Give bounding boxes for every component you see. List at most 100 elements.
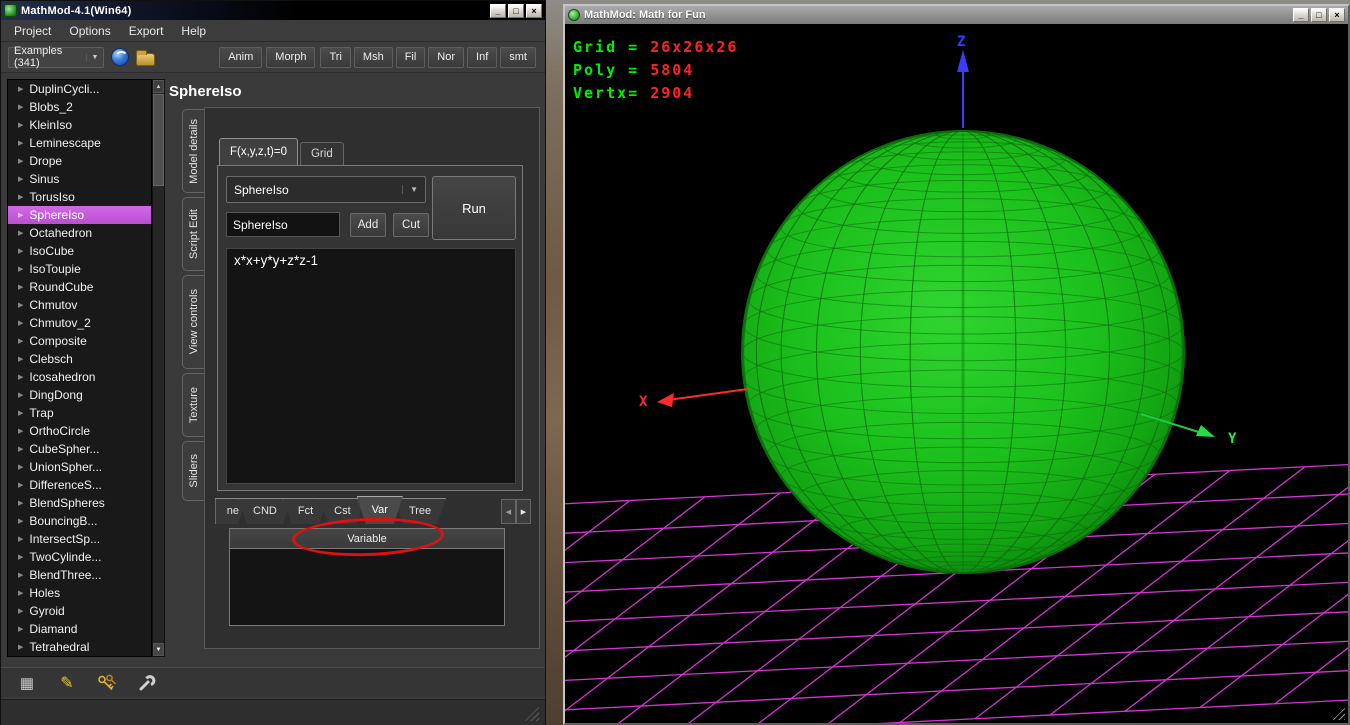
- example-item-tetrahedral[interactable]: ▶ Tetrahedral: [8, 638, 151, 656]
- model-name-input[interactable]: [226, 212, 340, 237]
- tab-scroll-right-icon[interactable]: ▶: [516, 499, 531, 524]
- example-item-cubespher[interactable]: ▶ CubeSpher...: [8, 440, 151, 458]
- scroll-up-icon[interactable]: ▲: [153, 80, 164, 93]
- minimize-button[interactable]: _: [1293, 8, 1309, 22]
- mathmod-app-icon: [4, 4, 17, 17]
- menu-export[interactable]: Export: [120, 22, 173, 40]
- example-item-differences[interactable]: ▶ DifferenceS...: [8, 476, 151, 494]
- example-item-blendthree[interactable]: ▶ BlendThree...: [8, 566, 151, 584]
- side-tab-view-controls[interactable]: View controls: [182, 275, 204, 369]
- toolbar-button-smt[interactable]: smt: [500, 46, 536, 68]
- example-item-duplincycli[interactable]: ▶ DuplinCycli...: [8, 80, 151, 98]
- cut-button[interactable]: Cut: [393, 213, 429, 237]
- toolbar-button-anim[interactable]: Anim: [219, 46, 263, 68]
- formula-tab-page: SphereIso ▼ Run Add Cut x*x+y*y+z*z-1: [217, 165, 523, 491]
- tab-tree[interactable]: Tree: [394, 498, 446, 524]
- example-item-dingdong[interactable]: ▶ DingDong: [8, 386, 151, 404]
- example-item-chmutov[interactable]: ▶ Chmutov: [8, 296, 151, 314]
- example-label: CubeSpher...: [29, 442, 100, 456]
- example-item-bouncingb[interactable]: ▶ BouncingB...: [8, 512, 151, 530]
- examples-scrollbar[interactable]: ▲ ▼: [152, 79, 165, 657]
- close-button[interactable]: ×: [526, 3, 542, 18]
- tab-scroll-left-icon[interactable]: ◀: [501, 499, 516, 524]
- example-item-kleiniso[interactable]: ▶ KleinIso: [8, 116, 151, 134]
- page-title: SphereIso: [169, 83, 242, 100]
- example-item-intersectsp[interactable]: ▶ IntersectSp...: [8, 530, 151, 548]
- tab-grid[interactable]: Grid: [299, 142, 344, 166]
- example-item-blobs-2[interactable]: ▶ Blobs_2: [8, 98, 151, 116]
- maximize-button[interactable]: □: [508, 3, 524, 18]
- example-item-unionspher[interactable]: ▶ UnionSpher...: [8, 458, 151, 476]
- side-tab-model-details[interactable]: Model details: [182, 109, 204, 193]
- triangle-icon: ▶: [18, 428, 24, 435]
- example-item-isotoupie[interactable]: ▶ IsoToupie: [8, 260, 151, 278]
- examples-combo[interactable]: Examples (341) ▼: [8, 45, 105, 69]
- example-item-roundcube[interactable]: ▶ RoundCube: [8, 278, 151, 296]
- example-item-torusiso[interactable]: ▶ TorusIso: [8, 188, 151, 206]
- toolbar-button-inf[interactable]: Inf: [467, 46, 498, 68]
- example-item-trap[interactable]: ▶ Trap: [8, 404, 151, 422]
- side-tab-label: Texture: [187, 386, 200, 424]
- tab-var[interactable]: Var: [357, 496, 403, 524]
- toolbar-button-msh[interactable]: Msh: [353, 46, 393, 68]
- triangle-icon: ▶: [18, 140, 24, 147]
- example-label: BouncingB...: [29, 514, 98, 528]
- example-label: TwoCylinde...: [29, 550, 102, 564]
- tab-f-x-y-z-t-0[interactable]: F(x,y,z,t)=0: [219, 138, 298, 166]
- side-tab-script-edit[interactable]: Script Edit: [182, 197, 204, 271]
- toolbar-button-nor[interactable]: Nor: [428, 46, 465, 68]
- scrollbar-thumb[interactable]: [153, 94, 164, 186]
- toolbar-button-tri[interactable]: Tri: [320, 46, 351, 68]
- tab-cnd[interactable]: CND: [238, 498, 292, 524]
- render-titlebar[interactable]: MathMod: Math for Fun _ □ ×: [565, 6, 1348, 24]
- minimize-button[interactable]: _: [490, 3, 506, 18]
- example-item-isocube[interactable]: ▶ IsoCube: [8, 242, 151, 260]
- resize-grip[interactable]: [524, 706, 539, 721]
- example-label: DuplinCycli...: [29, 82, 100, 96]
- reload-globe-button[interactable]: [109, 45, 130, 69]
- run-button[interactable]: Run: [432, 176, 516, 240]
- globe-icon: [110, 48, 129, 66]
- formula-editor[interactable]: x*x+y*y+z*z-1: [226, 248, 516, 484]
- example-item-drope[interactable]: ▶ Drope: [8, 152, 151, 170]
- example-item-blendspheres[interactable]: ▶ BlendSpheres: [8, 494, 151, 512]
- close-button[interactable]: ×: [1329, 8, 1345, 22]
- example-item-orthocircle[interactable]: ▶ OrthoCircle: [8, 422, 151, 440]
- maximize-button[interactable]: □: [1311, 8, 1327, 22]
- edit-tool-button[interactable]: ✎: [57, 673, 77, 693]
- model-select-dropdown[interactable]: SphereIso ▼: [226, 176, 426, 203]
- chevron-down-icon: ▼: [402, 185, 418, 194]
- example-item-holes[interactable]: ▶ Holes: [8, 584, 151, 602]
- stat-row: Poly = 5804: [573, 59, 738, 82]
- example-item-chmutov-2[interactable]: ▶ Chmutov_2: [8, 314, 151, 332]
- keys-tool-button[interactable]: [97, 673, 117, 693]
- add-button[interactable]: Add: [350, 213, 386, 237]
- example-item-sphereiso[interactable]: ▶ SphereIso: [8, 206, 151, 224]
- editor-titlebar[interactable]: MathMod-4.1(Win64) _ □ ×: [1, 1, 545, 20]
- toolbar-button-fil[interactable]: Fil: [395, 46, 426, 68]
- example-item-diamand[interactable]: ▶ Diamand: [8, 620, 151, 638]
- scroll-down-icon[interactable]: ▼: [153, 643, 164, 656]
- example-label: Icosahedron: [29, 370, 96, 384]
- edit-script-button[interactable]: [135, 45, 157, 69]
- side-tab-texture[interactable]: Texture: [182, 373, 204, 437]
- menu-help[interactable]: Help: [172, 22, 215, 40]
- example-item-octahedron[interactable]: ▶ Octahedron: [8, 224, 151, 242]
- example-label: Diamand: [29, 622, 78, 636]
- menu-options[interactable]: Options: [60, 22, 119, 40]
- toolbar-button-morph[interactable]: Morph: [266, 46, 316, 68]
- example-item-sinus[interactable]: ▶ Sinus: [8, 170, 151, 188]
- example-item-gyroid[interactable]: ▶ Gyroid: [8, 602, 151, 620]
- wrench-tool-button[interactable]: [137, 673, 157, 693]
- example-item-clebsch[interactable]: ▶ Clebsch: [8, 350, 151, 368]
- triangle-icon: ▶: [18, 320, 24, 327]
- menu-project[interactable]: Project: [5, 22, 60, 40]
- example-item-composite[interactable]: ▶ Composite: [8, 332, 151, 350]
- side-tab-sliders[interactable]: Sliders: [182, 441, 204, 501]
- grid-tool-button[interactable]: ▦: [17, 673, 37, 693]
- 3d-viewport[interactable]: Z X Y Grid = 26x26x26 Poly = 5804 Vertx= 2…: [565, 24, 1348, 723]
- example-item-leminescape[interactable]: ▶ Leminescape: [8, 134, 151, 152]
- example-label: KleinIso: [29, 118, 73, 132]
- example-item-icosahedron[interactable]: ▶ Icosahedron: [8, 368, 151, 386]
- example-item-twocylinde[interactable]: ▶ TwoCylinde...: [8, 548, 151, 566]
